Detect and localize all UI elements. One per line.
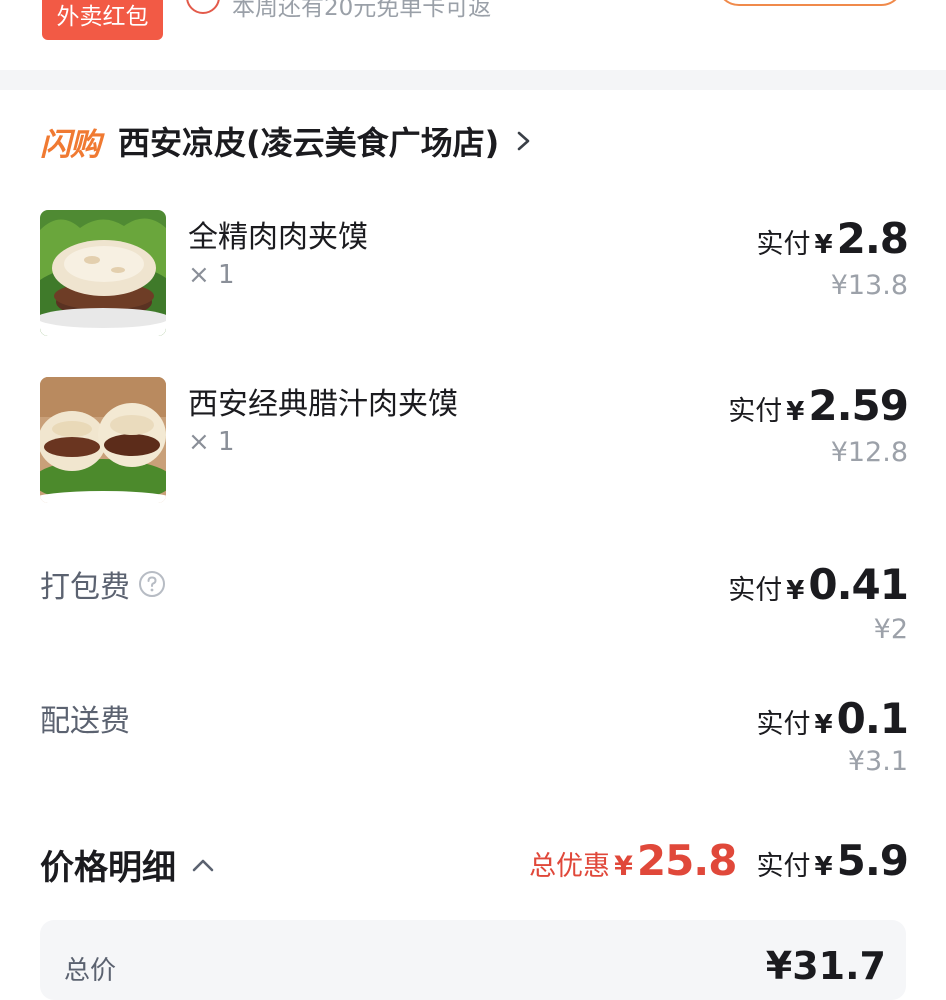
total-pay-value: 5.9: [836, 836, 909, 885]
delivery-fee-label: 配送费: [40, 704, 130, 739]
store-name: 西安凉皮(凌云美食广场店): [118, 124, 500, 162]
food-image: [40, 210, 166, 336]
chevron-right-icon: [517, 131, 530, 151]
section-divider: [0, 70, 946, 90]
price-breakdown-panel: 总价 ¥31.7: [40, 920, 906, 1000]
original-price: ¥3.1: [847, 746, 908, 777]
coupon-note: 本周还有20元免单卡可返: [232, 0, 492, 21]
food-image: [40, 377, 166, 503]
currency-symbol: ¥: [814, 852, 833, 882]
fee-pay: 实付 ¥ 0.1: [756, 694, 910, 743]
help-icon[interactable]: [138, 570, 166, 598]
item-quantity: × 1: [188, 427, 235, 457]
item-name: 全精肉肉夹馍: [188, 220, 368, 255]
flash-buy-logo: 闪购: [40, 126, 101, 163]
total-price-value: ¥31.7: [765, 944, 886, 988]
currency-symbol: ¥: [814, 230, 833, 260]
price-detail-label: 价格明细: [40, 848, 176, 888]
coupon-radio[interactable]: [186, 0, 220, 14]
fee-label: 打包费: [40, 562, 166, 606]
pay-label: 实付: [728, 396, 783, 427]
original-price: ¥12.8: [830, 437, 908, 468]
pay-value: 0.41: [808, 560, 909, 609]
currency-symbol: ¥: [786, 397, 805, 427]
pay-label: 实付: [728, 575, 783, 606]
pay-label: 实付: [756, 229, 811, 260]
fee-pay: 实付 ¥ 0.41: [728, 560, 909, 609]
pay-value: 2.59: [808, 381, 909, 430]
pay-label: 实付: [756, 709, 811, 740]
currency-symbol: ¥: [614, 851, 633, 882]
list-item[interactable]: 西安经典腊汁肉夹馍 × 1 实付 ¥ 2.59 ¥12.8: [40, 377, 909, 505]
price-detail-title: 价格明细: [40, 840, 216, 889]
pay-value: 0.1: [836, 694, 909, 743]
list-item[interactable]: 全精肉肉夹馍 × 1 实付 ¥ 2.8 ¥13.8: [40, 210, 910, 338]
original-price: ¥2: [873, 614, 908, 645]
total-price-label: 总价: [64, 956, 117, 986]
item-pay: 实付 ¥ 2.8: [756, 214, 910, 263]
packing-fee-row: 打包费 实付 ¥ 0.41 ¥2: [40, 560, 909, 672]
pay-label: 实付: [756, 851, 811, 882]
delivery-fee-row: 配送费 实付 ¥ 0.1 ¥3.1: [40, 694, 910, 806]
item-quantity: × 1: [188, 260, 235, 290]
fee-label: 配送费: [40, 696, 130, 740]
discount-value: 25.8: [636, 836, 738, 885]
currency-symbol: ¥: [814, 710, 833, 740]
packing-fee-label: 打包费: [40, 570, 130, 605]
store-header[interactable]: 闪购 西安凉皮(凌云美食广场店): [40, 114, 535, 168]
item-name: 西安经典腊汁肉夹馍: [188, 387, 458, 422]
pay-value: 2.8: [836, 214, 909, 263]
coupon-action-button[interactable]: [716, 0, 904, 6]
discount-label: 总优惠: [529, 851, 611, 882]
item-pay: 实付 ¥ 2.59: [728, 381, 909, 430]
currency-symbol: ¥: [786, 576, 805, 606]
coupon-strip: 外卖红包 本周还有20元免单卡可返: [0, 0, 946, 70]
coupon-tag: 外卖红包: [42, 0, 163, 40]
chevron-up-icon[interactable]: [190, 856, 216, 874]
price-detail-header[interactable]: 价格明细 总优惠 ¥ 25.8 实付 ¥ 5.9: [40, 836, 909, 892]
original-price: ¥13.8: [830, 270, 908, 301]
price-summary: 总优惠 ¥ 25.8 实付 ¥ 5.9: [529, 836, 909, 885]
